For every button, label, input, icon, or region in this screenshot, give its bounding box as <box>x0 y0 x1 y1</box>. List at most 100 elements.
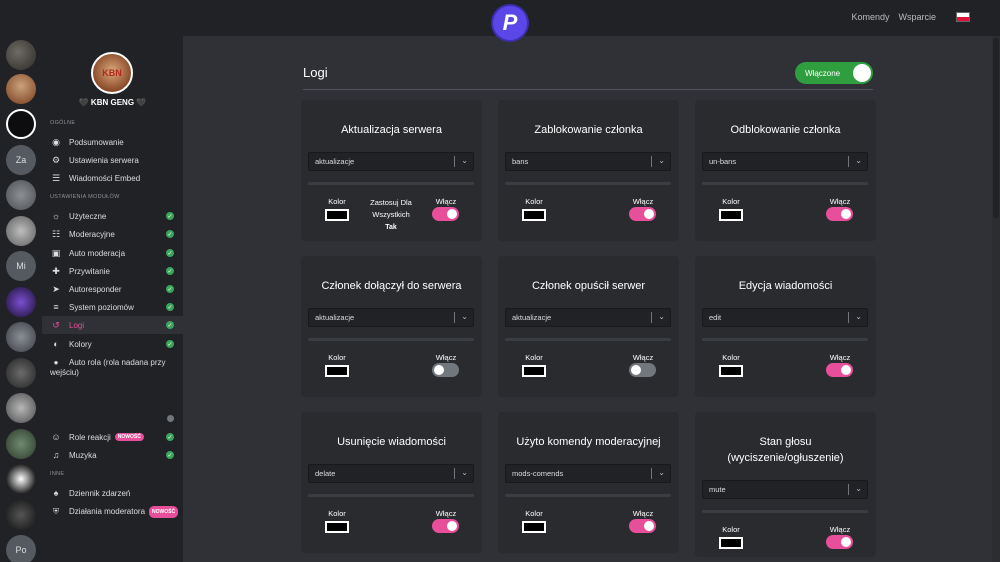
select-value: aktualizacje <box>512 313 552 322</box>
logo-letter: P <box>502 10 518 35</box>
channel-select[interactable]: mute ⌄ <box>702 480 868 499</box>
color-swatch[interactable] <box>719 209 743 221</box>
select-separator <box>651 312 652 323</box>
channel-select[interactable]: aktualizacje ⌄ <box>308 152 474 171</box>
log-card-message-edit: Edycja wiadomości edit ⌄ Kolor Włącz <box>695 256 876 397</box>
enable-toggle[interactable] <box>826 535 853 549</box>
card-title: Zablokowanie członka <box>534 124 643 136</box>
channel-select[interactable]: delate ⌄ <box>308 464 474 483</box>
server-icon[interactable]: Za <box>6 145 36 175</box>
select-value: aktualizacje <box>315 313 355 322</box>
sidebar-item-autorole[interactable]: ● Auto rola (rola nadana przy wejściu) <box>42 358 183 422</box>
color-swatch[interactable] <box>522 365 546 377</box>
scrollbar[interactable] <box>992 36 1000 562</box>
user-icon: ● <box>53 358 59 367</box>
scrollbar-thumb[interactable] <box>993 38 999 218</box>
apply-all-value[interactable]: Tak <box>361 222 421 234</box>
channel-select[interactable]: un-bans ⌄ <box>702 152 868 171</box>
card-divider <box>505 182 671 185</box>
sidebar-item-label: Muzyka <box>69 450 97 460</box>
card-divider <box>308 338 474 341</box>
language-flag-icon[interactable] <box>956 12 970 22</box>
toggle-knob <box>434 365 444 375</box>
chevron-down-icon: ⌄ <box>461 156 468 165</box>
enable-toggle[interactable] <box>432 363 459 377</box>
channel-select[interactable]: mods-comends ⌄ <box>505 464 671 483</box>
server-icon[interactable] <box>6 287 36 317</box>
log-card-mod-command: Użyto komendy moderacyjnej mods-comends ⌄… <box>498 412 679 553</box>
sidebar-item-label: System poziomów <box>69 302 134 312</box>
select-value: edit <box>709 313 722 322</box>
enable-label: Włącz <box>829 525 851 534</box>
sidebar-item-logs[interactable]: ↺ Logi ✓ <box>42 316 183 334</box>
eye-icon: ◉ <box>52 136 60 147</box>
channel-select[interactable]: aktualizacje ⌄ <box>308 308 474 327</box>
sidebar-item-welcome[interactable]: ✚ Przywitanie ✓ <box>42 262 183 280</box>
sidebar-item-mod-actions[interactable]: ⛨ Działania moderatora NOWOŚĆ <box>42 506 183 518</box>
card-divider <box>308 182 474 185</box>
server-icon[interactable] <box>6 500 36 530</box>
server-icon[interactable] <box>6 74 36 104</box>
enable-toggle[interactable] <box>629 207 656 221</box>
sidebar-item-event-log[interactable]: ♠ Dziennik zdarzeń <box>42 484 183 502</box>
sidebar-item-autoresponder[interactable]: ➤ Autoresponder ✓ <box>42 280 183 298</box>
enable-toggle[interactable] <box>826 363 853 377</box>
enable-toggle[interactable] <box>432 519 459 533</box>
color-swatch[interactable] <box>325 209 349 221</box>
sidebar-item-summary[interactable]: ◉ Podsumowanie <box>42 133 183 151</box>
server-icon[interactable] <box>6 358 36 388</box>
server-icon[interactable] <box>6 40 36 70</box>
color-swatch[interactable] <box>522 521 546 533</box>
select-separator <box>454 468 455 479</box>
server-icon[interactable] <box>6 322 36 352</box>
enable-toggle[interactable] <box>826 207 853 221</box>
bell-icon: ♠ <box>53 488 59 498</box>
support-link[interactable]: Wsparcie <box>898 12 936 22</box>
server-icon[interactable] <box>6 464 36 494</box>
select-value: delate <box>315 469 336 478</box>
app-logo-icon[interactable]: P <box>493 6 527 40</box>
color-swatch[interactable] <box>719 537 743 549</box>
enable-toggle[interactable] <box>629 519 656 533</box>
sidebar-item-server-settings[interactable]: ⚙ Ustawienia serwera <box>42 151 183 169</box>
chevron-down-icon: ⌄ <box>658 312 665 321</box>
sidebar-item-reaction-roles[interactable]: ☺ Role reakcji NOWOŚĆ ✓ <box>42 428 183 446</box>
server-icon[interactable]: Po <box>6 535 36 562</box>
sidebar-item-music[interactable]: ♫ Muzyka ✓ <box>42 446 183 464</box>
server-icon[interactable] <box>6 180 36 210</box>
channel-select[interactable]: edit ⌄ <box>702 308 868 327</box>
enable-toggle[interactable] <box>629 363 656 377</box>
sidebar-item-label: Logi <box>69 320 85 330</box>
sidebar-item-levels[interactable]: ≡ System poziomów ✓ <box>42 298 183 316</box>
enable-toggle[interactable] <box>432 207 459 221</box>
color-swatch[interactable] <box>719 365 743 377</box>
sidebar-item-moderation[interactable]: ☷ Moderacyjne ✓ <box>42 225 183 243</box>
channel-select[interactable]: bans ⌄ <box>505 152 671 171</box>
guild-name: 🖤 KBN GENG 🖤 <box>78 98 147 107</box>
server-icon[interactable]: Mi <box>6 251 36 281</box>
sidebar-item-label: Kolory <box>69 339 92 349</box>
sidebar-item-embed[interactable]: ☰ Wiadomości Embed <box>42 169 183 187</box>
module-enabled-toggle[interactable]: Włączone <box>795 62 873 84</box>
channel-select[interactable]: aktualizacje ⌄ <box>505 308 671 327</box>
server-icon[interactable] <box>6 429 36 459</box>
color-swatch[interactable] <box>325 521 349 533</box>
color-label: Kolor <box>722 197 740 206</box>
color-swatch[interactable] <box>522 209 546 221</box>
card-title: Odblokowanie członka <box>730 124 841 136</box>
sidebar-item-automod[interactable]: ▣ Auto moderacja ✓ <box>42 244 183 262</box>
color-swatch[interactable] <box>325 365 349 377</box>
sidebar-item-colors[interactable]: ◐ Kolory ✓ <box>42 335 183 353</box>
new-badge: NOWOŚĆ <box>149 506 179 518</box>
server-icon[interactable] <box>6 216 36 246</box>
sidebar-item-useful[interactable]: ☼ Użyteczne ✓ <box>42 207 183 225</box>
enable-label: Włącz <box>829 353 851 362</box>
status-on-icon: ✓ <box>166 451 174 459</box>
server-icon[interactable] <box>6 109 36 139</box>
select-value: mute <box>709 485 726 494</box>
commands-link[interactable]: Komendy <box>851 12 889 22</box>
server-icon[interactable] <box>6 393 36 423</box>
section-title-other: INNE <box>50 471 65 477</box>
select-separator <box>454 312 455 323</box>
card-divider <box>702 182 868 185</box>
